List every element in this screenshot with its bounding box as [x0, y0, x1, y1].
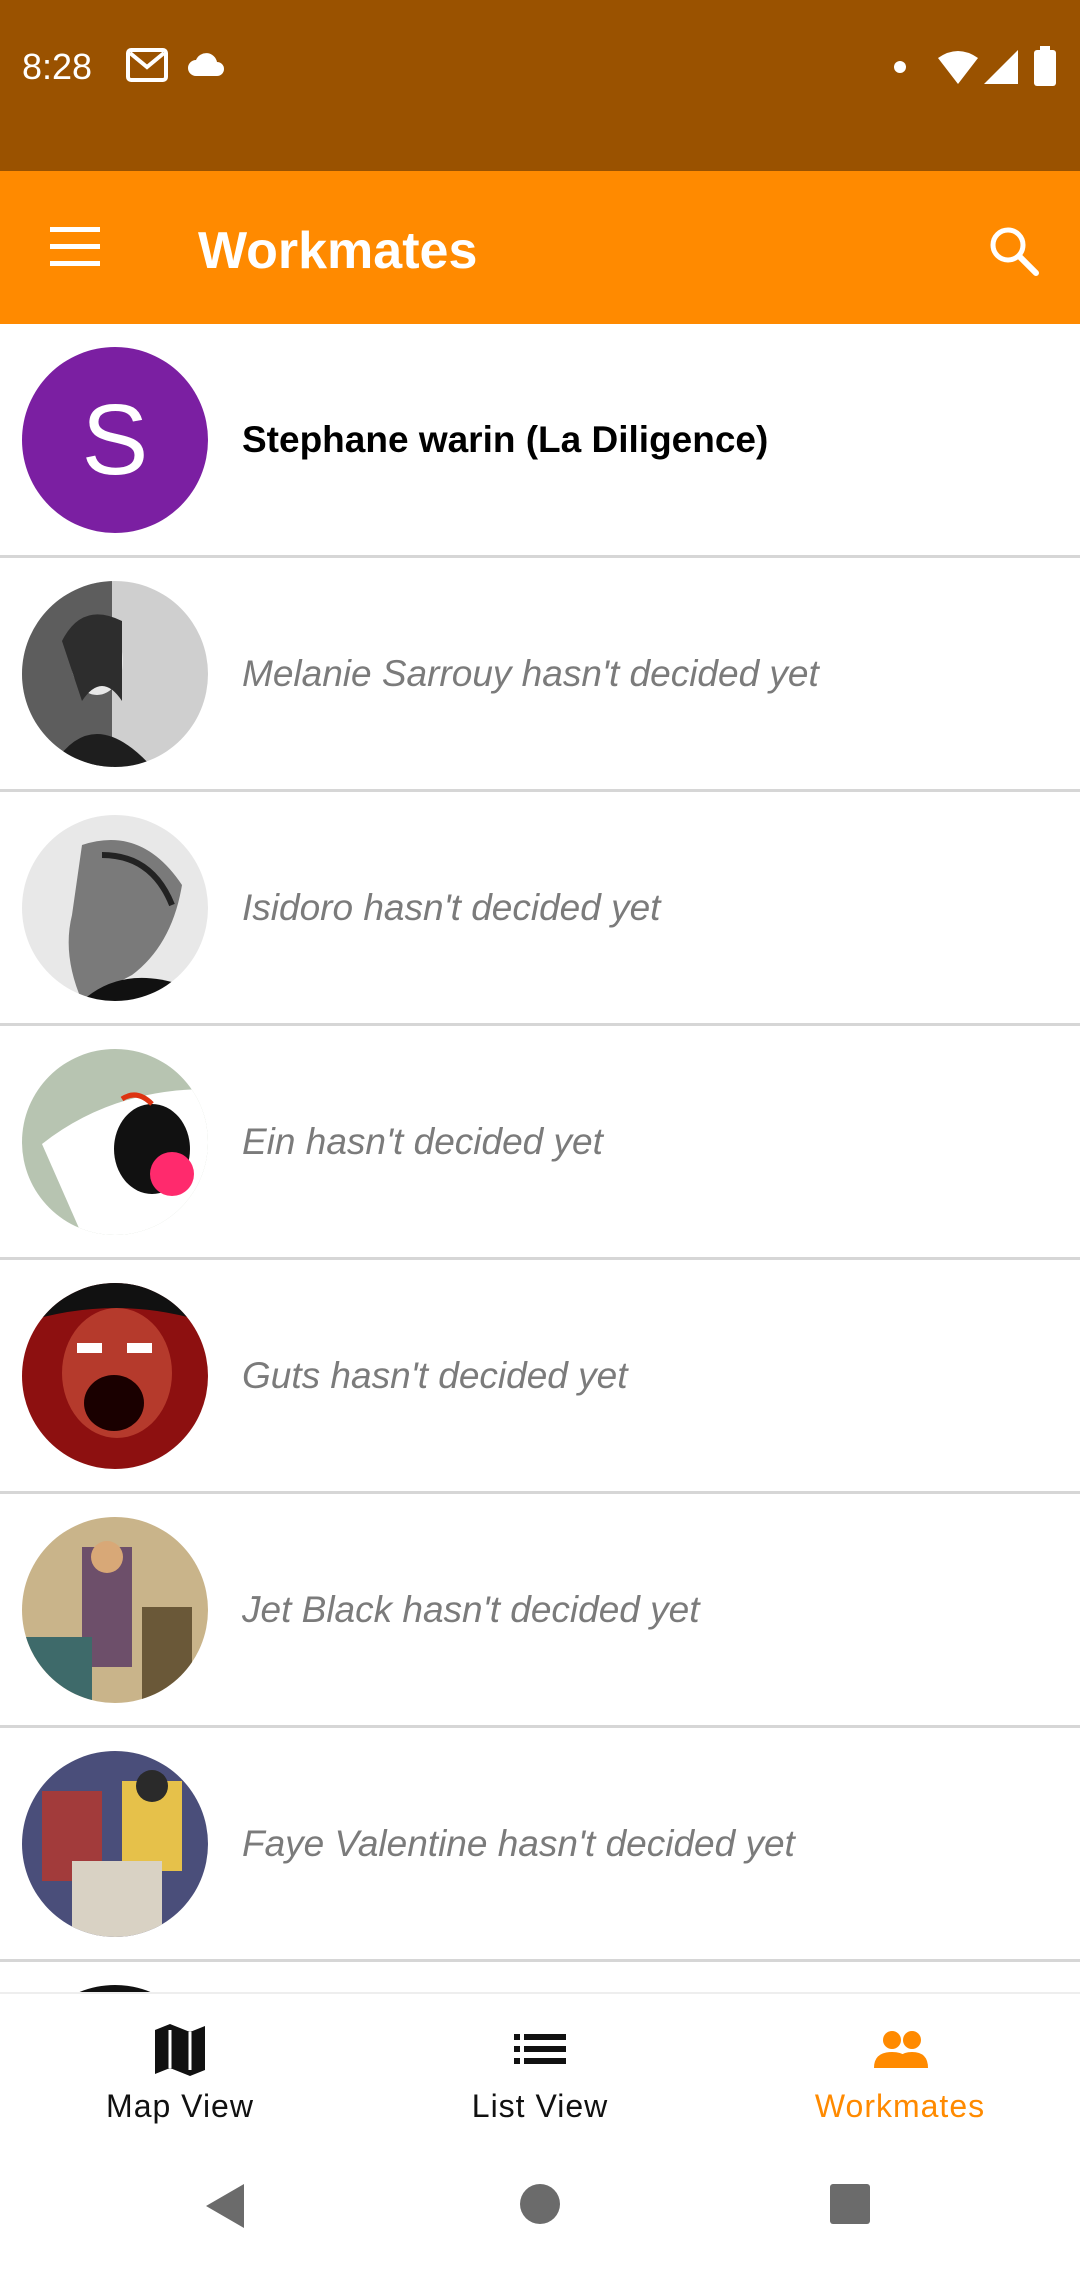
- page-title: Workmates: [198, 222, 478, 280]
- recents-icon[interactable]: [830, 2184, 870, 2229]
- avatar: [22, 815, 208, 1001]
- avatar: [22, 1517, 208, 1703]
- workmate-row[interactable]: S Stephane warin (La Diligence): [0, 324, 1080, 558]
- workmate-status-text: Isidoro hasn't decided yet: [242, 886, 661, 928]
- gmail-icon: [126, 48, 168, 87]
- status-time: 8:28: [22, 46, 93, 87]
- workmate-status-text: Ein hasn't decided yet: [242, 1120, 603, 1162]
- dot-icon: [894, 60, 906, 78]
- avatar: [22, 581, 208, 767]
- app-bar: Workmates: [0, 171, 1080, 324]
- list-icon: [512, 2024, 568, 2076]
- wifi-icon: [938, 50, 978, 89]
- workmate-row[interactable]: Isidoro hasn't decided yet: [0, 792, 1080, 1026]
- avatar: [22, 1751, 208, 1937]
- cloud-icon: [186, 52, 226, 83]
- workmate-status-text: Guts hasn't decided yet: [242, 1354, 628, 1396]
- workmate-row[interactable]: Melanie Sarrouy hasn't decided yet: [0, 558, 1080, 792]
- workmate-status-text: Faye Valentine hasn't decided yet: [242, 1822, 795, 1864]
- workmate-status-text: Stephane warin (La Diligence): [242, 418, 769, 460]
- map-icon: [152, 2024, 208, 2076]
- signal-icon: [984, 50, 1018, 89]
- nav-label: Workmates: [814, 2088, 986, 2124]
- workmate-row[interactable]: [0, 1962, 1080, 1992]
- nav-workmates[interactable]: Workmates: [720, 1994, 1080, 2142]
- search-icon[interactable]: [984, 221, 1044, 281]
- nav-map-view[interactable]: Map View: [0, 1994, 360, 2142]
- menu-icon[interactable]: [46, 221, 106, 273]
- workmate-row[interactable]: Ein hasn't decided yet: [0, 1026, 1080, 1260]
- workmate-row[interactable]: Jet Black hasn't decided yet: [0, 1494, 1080, 1728]
- avatar: S: [22, 347, 208, 533]
- bottom-navigation: Map View List View Workmates: [0, 1992, 1080, 2142]
- workmate-row[interactable]: Faye Valentine hasn't decided yet: [0, 1728, 1080, 1962]
- workmates-list[interactable]: S Stephane warin (La Diligence) Melanie …: [0, 324, 1080, 1992]
- avatar: [22, 1283, 208, 1469]
- nav-list-view[interactable]: List View: [360, 1994, 720, 2142]
- workmate-status-text: Jet Black hasn't decided yet: [242, 1588, 700, 1630]
- workmate-row[interactable]: Guts hasn't decided yet: [0, 1260, 1080, 1494]
- people-icon: [872, 2024, 928, 2076]
- home-icon[interactable]: [520, 2184, 560, 2229]
- system-nav-bar: [0, 2140, 1080, 2280]
- battery-icon: [1034, 46, 1056, 91]
- workmate-status-text: Melanie Sarrouy hasn't decided yet: [242, 652, 819, 694]
- avatar-letter: S: [81, 383, 149, 496]
- avatar: [22, 1985, 208, 1992]
- nav-label: List View: [471, 2088, 609, 2124]
- status-bar: 8:28: [0, 0, 1080, 171]
- avatar: [22, 1049, 208, 1235]
- back-icon[interactable]: [206, 2184, 246, 2233]
- nav-label: Map View: [106, 2088, 254, 2124]
